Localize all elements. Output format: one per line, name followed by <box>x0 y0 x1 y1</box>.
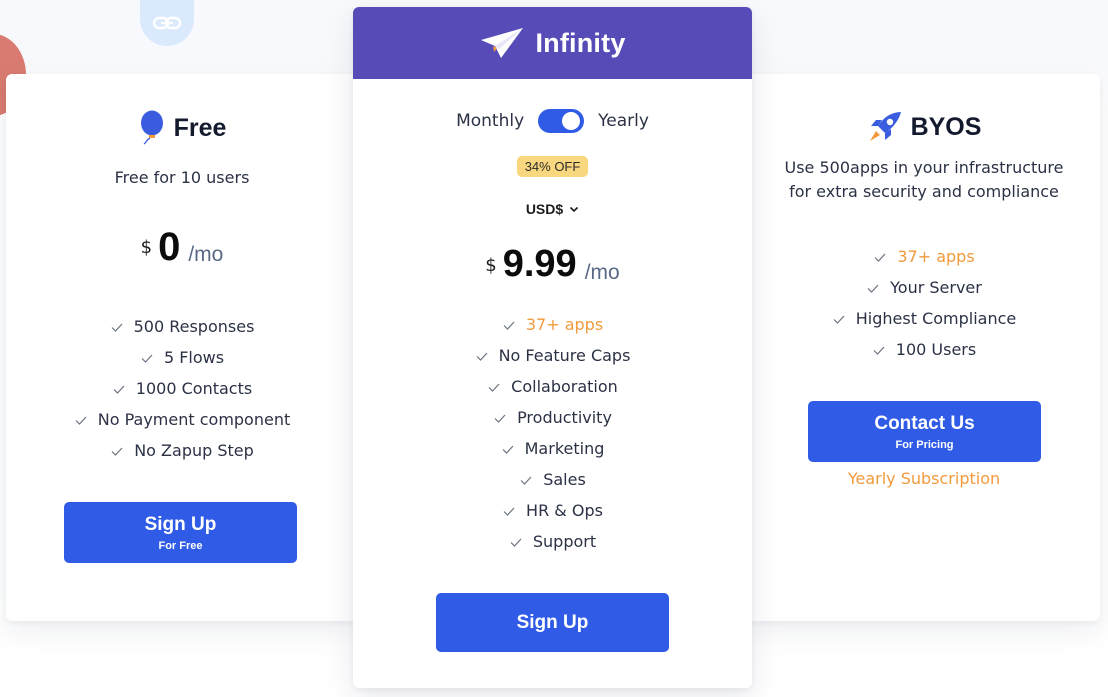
feature-text: 37+ apps <box>897 247 975 266</box>
feature-item: Collaboration <box>353 371 752 402</box>
toggle-knob <box>562 112 581 130</box>
check-icon <box>111 323 123 332</box>
price-amount: 0 <box>158 225 181 269</box>
check-icon <box>75 416 87 425</box>
chevron-down-icon <box>570 206 579 212</box>
check-icon <box>867 284 879 293</box>
price-free: $ 0 /mo <box>6 227 358 267</box>
feature-text: 1000 Contacts <box>135 379 253 398</box>
plan-name: BYOS <box>910 112 982 141</box>
sign-up-free-button[interactable]: Sign Up For Free <box>64 502 297 563</box>
plan-card-infinity: Infinity Monthly Yearly 34% OFF USD$ $ 9… <box>353 7 752 688</box>
currency-symbol: $ <box>485 255 497 276</box>
discount-badge: 34% OFF <box>516 156 589 177</box>
feature-text: No Zapup Step <box>134 441 254 460</box>
plan-card-byos: BYOS Use 500apps in your infrastructure … <box>748 74 1100 621</box>
plan-header-byos: BYOS <box>748 110 1100 144</box>
feature-list-infinity: 37+ apps No Feature Caps Collaboration Prod… <box>353 309 752 557</box>
rocket-icon <box>869 112 901 141</box>
feature-text: Your Server <box>890 278 982 297</box>
feature-list-byos: 37+ apps Your Server Highest Compliance 100… <box>748 241 1100 365</box>
check-icon <box>510 538 522 547</box>
yearly-subscription-note: Yearly Subscription <box>847 469 1001 488</box>
price-period: /mo <box>188 243 224 266</box>
button-sublabel: For Pricing <box>895 438 954 451</box>
price-infinity: $ 9.99 /mo <box>353 245 752 285</box>
currency-select[interactable]: USD$ <box>526 201 579 217</box>
button-label: Sign Up <box>516 611 589 633</box>
billing-monthly-label[interactable]: Monthly <box>456 111 524 131</box>
plan-subtitle: Use 500apps in your infrastructure for e… <box>748 156 1100 204</box>
sign-up-infinity-button[interactable]: Sign Up <box>436 593 669 652</box>
currency-symbol: $ <box>140 237 153 258</box>
check-icon <box>503 321 515 330</box>
feature-text: 5 Flows <box>163 348 225 367</box>
plan-card-free: Free Free for 10 users $ 0 /mo 500 Respo… <box>6 74 358 621</box>
feature-text: 37+ apps <box>525 315 604 334</box>
feature-item: 1000 Contacts <box>6 373 358 404</box>
check-icon <box>833 315 845 324</box>
check-icon <box>113 385 125 394</box>
check-icon <box>873 346 885 355</box>
button-label: Sign Up <box>144 513 217 535</box>
feature-item: 500 Responses <box>6 311 358 342</box>
check-icon <box>488 383 500 392</box>
currency-select-value: USD$ <box>525 201 564 217</box>
price-amount: 9.99 <box>502 243 577 285</box>
billing-yearly-label[interactable]: Yearly <box>598 111 649 131</box>
feature-item: Highest Compliance <box>748 303 1100 334</box>
feature-item: No Payment component <box>6 404 358 435</box>
feature-item: Support <box>353 526 752 557</box>
feature-text: Highest Compliance <box>855 309 1017 328</box>
subtitle-line: for extra security and compliance <box>789 182 1059 201</box>
feature-text: 500 Responses <box>133 317 255 336</box>
plan-header-infinity: Infinity <box>353 7 752 79</box>
plan-name: Free <box>173 113 227 142</box>
feature-text: Productivity <box>517 408 612 427</box>
link-icon <box>152 16 182 30</box>
feature-text: Support <box>532 532 597 551</box>
feature-item: Sales <box>353 464 752 495</box>
feature-item: No Feature Caps <box>353 340 752 371</box>
feature-item: HR & Ops <box>353 495 752 526</box>
check-icon <box>874 253 886 262</box>
link-icon-badge <box>140 0 194 46</box>
plan-subtitle: Free for 10 users <box>114 168 250 187</box>
plan-name: Infinity <box>535 27 626 58</box>
feature-text: No Feature Caps <box>498 346 631 365</box>
paper-plane-icon <box>481 28 524 58</box>
check-icon <box>476 352 488 361</box>
billing-period-toggle[interactable] <box>538 109 585 133</box>
feature-text: 100 Users <box>895 340 977 359</box>
feature-item: 5 Flows <box>6 342 358 373</box>
feature-text: Marketing <box>524 439 605 458</box>
feature-item: 37+ apps <box>748 241 1100 272</box>
check-icon <box>520 476 532 485</box>
feature-item: Productivity <box>353 402 752 433</box>
contact-us-button[interactable]: Contact Us For Pricing <box>808 401 1041 462</box>
feature-item: Your Server <box>748 272 1100 303</box>
price-period: /mo <box>584 261 620 284</box>
button-label: Contact Us <box>874 412 975 434</box>
check-icon <box>111 447 123 456</box>
feature-list-free: 500 Responses 5 Flows 1000 Contacts No Paym… <box>6 311 358 466</box>
feature-text: No Payment component <box>97 410 291 429</box>
billing-toggle-row: Monthly Yearly <box>353 109 752 133</box>
check-icon <box>494 414 506 423</box>
feature-text: Collaboration <box>511 377 618 396</box>
subtitle-line: Use 500apps in your infrastructure <box>784 158 1064 177</box>
check-icon <box>503 507 515 516</box>
feature-item: No Zapup Step <box>6 435 358 466</box>
check-icon <box>502 445 514 454</box>
feature-item: 100 Users <box>748 334 1100 365</box>
feature-item: 37+ apps <box>353 309 752 340</box>
button-sublabel: For Free <box>158 539 203 552</box>
feature-text: Sales <box>543 470 586 489</box>
plan-header-free: Free <box>6 110 358 146</box>
feature-text: HR & Ops <box>526 501 603 520</box>
check-icon <box>141 354 153 363</box>
feature-item: Marketing <box>353 433 752 464</box>
balloon-icon <box>140 110 163 145</box>
